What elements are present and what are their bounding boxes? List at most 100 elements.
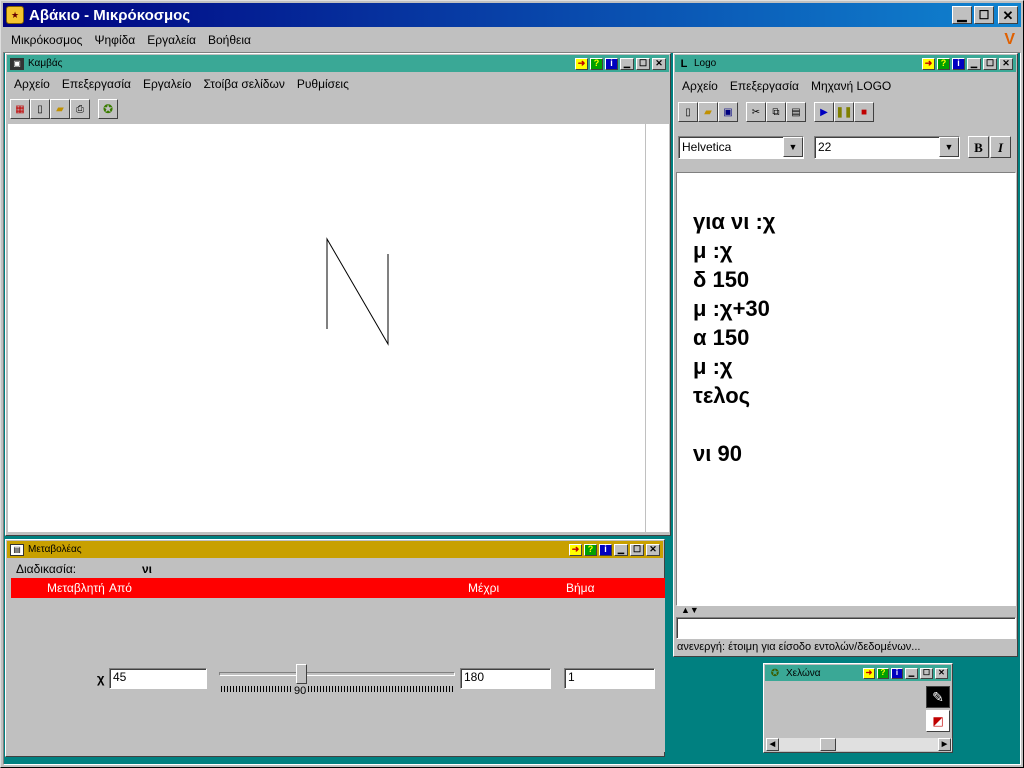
code-line: για νι :χ (693, 209, 776, 234)
app-icon: ★ (6, 6, 24, 24)
variator-info-button[interactable]: i (599, 543, 612, 556)
variator-link-button[interactable]: ➜ (569, 543, 582, 556)
slider-ticks (221, 686, 453, 692)
turtle-help-button[interactable]: ? (877, 667, 889, 679)
minimize-button[interactable]: ▁ (952, 6, 972, 24)
turtle-title-bar[interactable]: ✪ Χελώνα ➜ ? i ▁ ☐ ✕ (765, 665, 951, 681)
menu-tile[interactable]: Ψηφίδα (88, 33, 141, 47)
code-line: δ 150 (693, 267, 750, 292)
variator-title-bar[interactable]: ▤ Μεταβολέας ➜ ? i ▁ ☐ ✕ (7, 541, 663, 558)
turtle-info-button[interactable]: i (891, 667, 903, 679)
canvas-menu-file[interactable]: Αρχείο (8, 77, 56, 91)
save-file-icon[interactable]: ▣ (718, 102, 738, 122)
turtle-maximize-button[interactable]: ☐ (920, 667, 933, 679)
logo-info-button[interactable]: i (952, 57, 965, 70)
logo-window: L Logo ➜ ? i ▁ ☐ ✕ Αρχείο Επεξεργασία Μη… (673, 53, 1018, 657)
slider-thumb[interactable] (296, 664, 307, 684)
copy-icon[interactable]: ⧉ (766, 102, 786, 122)
header-to: Μέχρι (468, 581, 500, 595)
header-variable: Μεταβλητή (47, 581, 105, 595)
canvas-link-button[interactable]: ➜ (575, 57, 588, 70)
variator-window-icon: ▤ (10, 543, 24, 556)
turtle-close-button[interactable]: ✕ (935, 667, 948, 679)
run-icon[interactable]: ▶ (814, 102, 834, 122)
turtle-minimize-button[interactable]: ▁ (905, 667, 918, 679)
variator-close-button[interactable]: ✕ (646, 543, 660, 556)
turtle-drawing (326, 237, 389, 346)
canvas-vertical-scrollbar[interactable] (645, 124, 669, 532)
command-input[interactable] (676, 617, 1016, 639)
procedure-label: Διαδικασία: (16, 562, 77, 576)
turtle-horizontal-scrollbar[interactable]: ◀ ▶ (766, 738, 952, 751)
logo-menu-engine[interactable]: Μηχανή LOGO (805, 79, 897, 93)
canvas-title: Καμβάς (28, 58, 63, 69)
slider-track (219, 672, 455, 676)
logo-v-icon[interactable]: V (998, 31, 1021, 49)
open-file-icon[interactable]: ▰ (698, 102, 718, 122)
canvas-window: ▣ Καμβάς ➜ ? i ▁ ☐ ✕ Αρχείο Επεξεργασία … (5, 53, 671, 536)
menu-help[interactable]: Βοήθεια (202, 33, 257, 47)
logo-minimize-button[interactable]: ▁ (967, 57, 981, 70)
logo-link-button[interactable]: ➜ (922, 57, 935, 70)
variator-minimize-button[interactable]: ▁ (614, 543, 628, 556)
canvas-info-button[interactable]: i (605, 57, 618, 70)
logo-close-button[interactable]: ✕ (999, 57, 1013, 70)
print-icon[interactable]: ⎙ (70, 99, 90, 119)
canvas-menu-pages[interactable]: Στοίβα σελίδων (197, 77, 290, 91)
turtle-window-icon: ✪ (770, 667, 780, 679)
header-step: Βήμα (566, 581, 595, 595)
new-doc-icon[interactable]: ▯ (30, 99, 50, 119)
app-title-bar[interactable]: ★ Αβάκιο - Μικρόκοσμος ▁ ☐ ✕ (3, 3, 1021, 27)
canvas-menu-edit[interactable]: Επεξεργασία (56, 77, 137, 91)
canvas-menu-tool[interactable]: Εργαλείο (137, 77, 197, 91)
variator-help-button[interactable]: ? (584, 543, 597, 556)
font-size-dropdown-button[interactable]: ▼ (939, 137, 959, 157)
turtle-title: Χελώνα (786, 667, 821, 679)
logo-maximize-button[interactable]: ☐ (983, 57, 997, 70)
pen-down-icon[interactable]: ✎ (926, 686, 950, 708)
logo-title-bar[interactable]: L Logo ➜ ? i ▁ ☐ ✕ (675, 55, 1016, 72)
pane-splitter[interactable]: ▲▼ (676, 606, 1016, 615)
logo-menu-edit[interactable]: Επεξεργασία (724, 79, 805, 93)
procedure-name: νι (142, 562, 153, 576)
menu-tools[interactable]: Εργαλεία (141, 33, 202, 47)
step-input[interactable]: 1 (564, 668, 655, 689)
menu-microcosm[interactable]: Μικρόκοσμος (5, 33, 88, 47)
maximize-button[interactable]: ☐ (974, 6, 994, 24)
italic-button[interactable]: I (990, 136, 1011, 158)
turtle-link-button[interactable]: ➜ (863, 667, 875, 679)
bold-button[interactable]: B (968, 136, 989, 158)
eraser-icon[interactable]: ◩ (926, 710, 950, 732)
canvas-maximize-button[interactable]: ☐ (636, 57, 650, 70)
close-button[interactable]: ✕ (998, 6, 1018, 24)
canvas-title-bar[interactable]: ▣ Καμβάς ➜ ? i ▁ ☐ ✕ (7, 55, 669, 72)
logo-window-icon: L (680, 57, 688, 70)
scroll-right-button[interactable]: ▶ (938, 738, 951, 751)
font-select[interactable]: Helvetica ▼ (678, 136, 804, 159)
canvas-menu-settings[interactable]: Ρυθμίσεις (291, 77, 355, 91)
font-size-select[interactable]: 22 ▼ (814, 136, 960, 159)
logo-code-editor[interactable]: για νι :χ μ :χ δ 150 μ :χ+30 α 150 μ :χ … (676, 172, 1016, 606)
pause-icon[interactable]: ❚❚ (834, 102, 854, 122)
new-page-icon[interactable]: ▦ (10, 99, 30, 119)
code-line: μ :χ (693, 238, 733, 263)
cut-icon[interactable]: ✂ (746, 102, 766, 122)
canvas-close-button[interactable]: ✕ (652, 57, 666, 70)
turtle-tool-icon[interactable]: ✪ (98, 99, 118, 119)
scroll-thumb[interactable] (820, 738, 836, 751)
canvas-minimize-button[interactable]: ▁ (620, 57, 634, 70)
to-input[interactable]: 180 (460, 668, 551, 689)
canvas-help-button[interactable]: ? (590, 57, 603, 70)
font-dropdown-button[interactable]: ▼ (783, 137, 803, 157)
canvas-drawing-area[interactable] (8, 124, 645, 532)
value-slider[interactable]: 90 (219, 664, 455, 698)
variator-maximize-button[interactable]: ☐ (630, 543, 644, 556)
new-file-icon[interactable]: ▯ (678, 102, 698, 122)
stop-icon[interactable]: ■ (854, 102, 874, 122)
paste-icon[interactable]: ▤ (786, 102, 806, 122)
scroll-left-button[interactable]: ◀ (766, 738, 779, 751)
from-input[interactable]: 45 (109, 668, 207, 689)
logo-menu-file[interactable]: Αρχείο (676, 79, 724, 93)
logo-help-button[interactable]: ? (937, 57, 950, 70)
open-folder-icon[interactable]: ▰ (50, 99, 70, 119)
